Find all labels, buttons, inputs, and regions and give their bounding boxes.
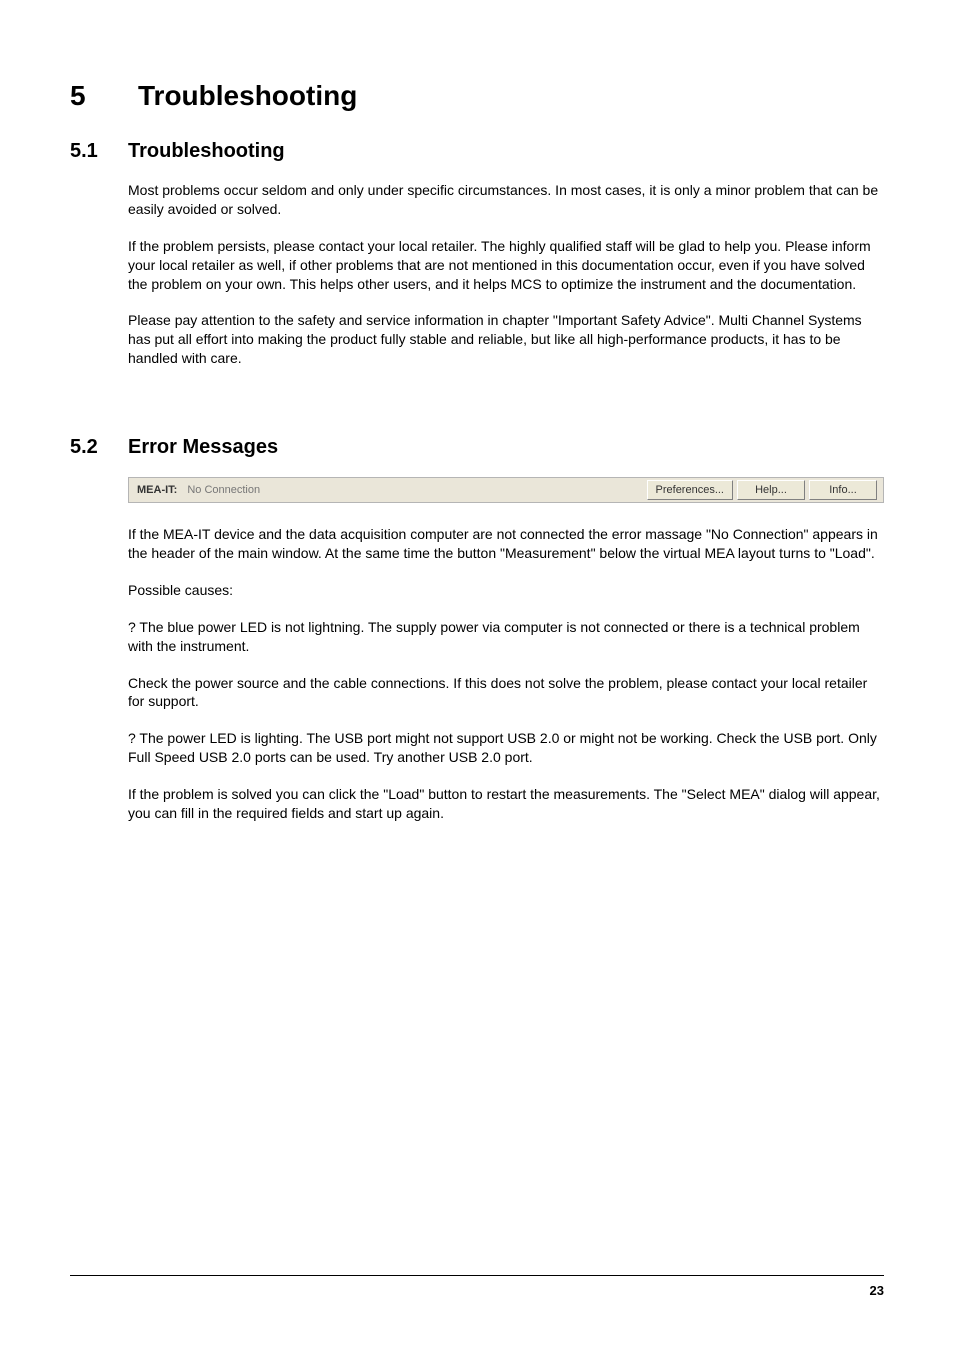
- help-button[interactable]: Help...: [737, 480, 805, 500]
- app-header-bar: MEA-IT: No Connection Preferences... Hel…: [128, 477, 884, 503]
- page-number: 23: [870, 1283, 884, 1298]
- paragraph: If the problem persists, please contact …: [128, 237, 884, 294]
- section-number: 5.1: [70, 140, 110, 163]
- app-header-left: MEA-IT: No Connection: [129, 484, 647, 496]
- paragraph: Check the power source and the cable con…: [128, 674, 884, 712]
- paragraph: ? The blue power LED is not lightning. T…: [128, 618, 884, 656]
- section-number: 5.2: [70, 436, 110, 459]
- section-title: Error Messages: [128, 436, 278, 459]
- page-footer: 23: [70, 1275, 884, 1300]
- preferences-button[interactable]: Preferences...: [647, 480, 733, 500]
- info-button[interactable]: Info...: [809, 480, 877, 500]
- section-heading-5-2: 5.2 Error Messages: [70, 436, 884, 459]
- app-header-buttons: Preferences... Help... Info...: [647, 480, 883, 500]
- chapter-title: Troubleshooting: [138, 80, 357, 112]
- connection-status: No Connection: [187, 484, 260, 496]
- paragraph: Please pay attention to the safety and s…: [128, 311, 884, 368]
- section-5-1-body: Most problems occur seldom and only unde…: [128, 181, 884, 368]
- paragraph: ? The power LED is lighting. The USB por…: [128, 729, 884, 767]
- paragraph: If the MEA-IT device and the data acquis…: [128, 525, 884, 563]
- paragraph: If the problem is solved you can click t…: [128, 785, 884, 823]
- paragraph: Most problems occur seldom and only unde…: [128, 181, 884, 219]
- section-title: Troubleshooting: [128, 140, 285, 163]
- section-heading-5-1: 5.1 Troubleshooting: [70, 140, 884, 163]
- chapter-number: 5: [70, 80, 110, 112]
- section-5-2-body: MEA-IT: No Connection Preferences... Hel…: [128, 477, 884, 823]
- app-name-label: MEA-IT:: [137, 484, 177, 496]
- chapter-heading: 5 Troubleshooting: [70, 80, 884, 112]
- paragraph: Possible causes:: [128, 581, 884, 600]
